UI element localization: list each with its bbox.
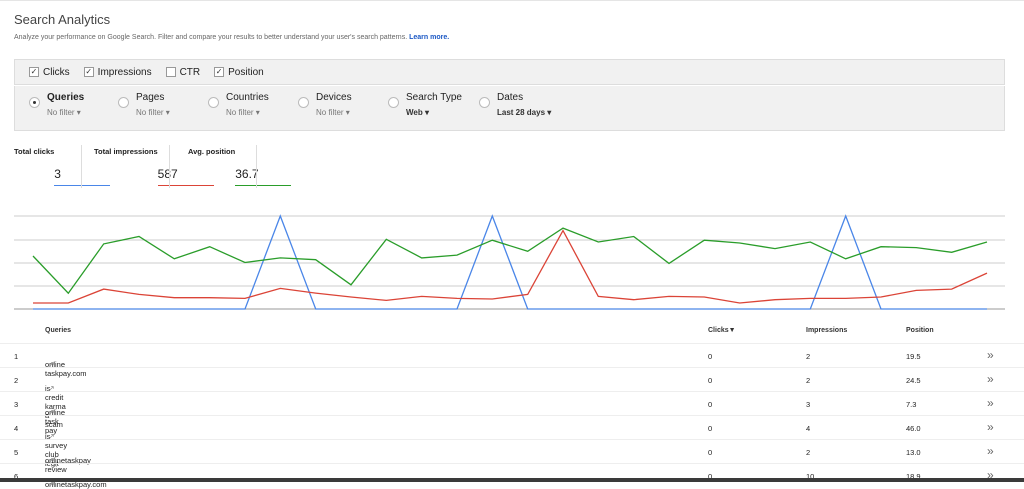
row-expand-icon[interactable]: »	[987, 444, 994, 458]
row-number: 3	[14, 400, 19, 409]
table-row[interactable]: 5 0 2 13.0 onlinetaskpay review ↗»	[0, 439, 1024, 474]
row-impressions: 3	[806, 400, 811, 409]
row-impressions: 2	[806, 448, 811, 457]
header-position[interactable]: Position	[906, 327, 934, 334]
header-impressions[interactable]: Impressions	[806, 327, 847, 334]
table-row[interactable]: 1 0 2 19.5 online taskpay.com ↗»	[0, 343, 1024, 378]
header-queries[interactable]: Queries	[45, 327, 71, 334]
series-line-impressions	[33, 229, 988, 304]
row-expand-icon[interactable]: »	[987, 396, 994, 410]
table-row[interactable]: 2 0 2 24.5 is credit karma a scam ↗»	[0, 367, 1024, 429]
table-row[interactable]: 6 0 10 18.9 onlinetaskpay.com ↗»	[0, 463, 1024, 489]
row-clicks: 0	[708, 448, 713, 457]
row-clicks: 0	[708, 352, 713, 361]
row-number: 4	[14, 424, 19, 433]
row-impressions: 2	[806, 352, 811, 361]
row-impressions: 4	[806, 424, 811, 433]
row-clicks: 0	[708, 376, 713, 385]
row-number: 5	[14, 448, 19, 457]
row-number: 1	[14, 352, 19, 361]
table-header: Queries Clicks▼ Impressions Position	[0, 321, 1024, 343]
row-position: 7.3	[906, 400, 917, 409]
series-line-position	[32, 227, 988, 295]
row-impressions: 2	[806, 376, 811, 385]
taskbar-edge	[0, 478, 1024, 482]
table-row[interactable]: 4 0 4 46.0 is survey club legit ↗»	[0, 415, 1024, 468]
row-expand-icon[interactable]: »	[987, 348, 994, 362]
row-number: 2	[14, 376, 19, 385]
row-clicks: 0	[708, 424, 713, 433]
row-clicks: 0	[708, 400, 713, 409]
row-expand-icon[interactable]: »	[987, 372, 994, 386]
row-position: 46.0	[906, 424, 921, 433]
row-expand-icon[interactable]: »	[987, 420, 994, 434]
table-row[interactable]: 3 0 3 7.3 online task pay ↗»	[0, 391, 1024, 435]
row-position: 24.5	[906, 376, 921, 385]
row-position: 13.0	[906, 448, 921, 457]
header-clicks[interactable]: Clicks▼	[708, 327, 736, 334]
row-position: 19.5	[906, 352, 921, 361]
